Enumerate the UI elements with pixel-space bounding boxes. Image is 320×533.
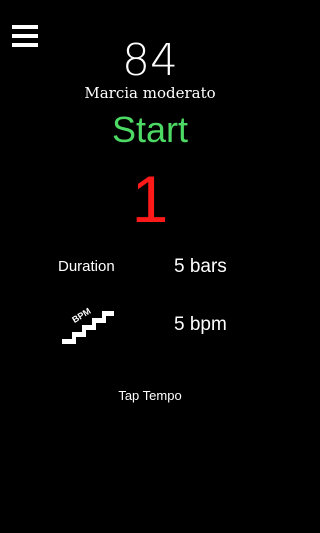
hamburger-menu-icon: [12, 25, 38, 29]
increment-value[interactable]: 5 bpm: [174, 313, 227, 337]
bpm-icon-text: BPM: [70, 306, 92, 325]
tempo-marking: Marcia moderato: [84, 84, 216, 102]
tap-tempo-button[interactable]: Tap Tempo: [100, 386, 200, 406]
bpm-value: 84: [122, 35, 178, 86]
duration-value[interactable]: 5 bars: [174, 255, 227, 279]
duration-label: Duration: [58, 258, 115, 275]
bpm-stairs-icon[interactable]: BPM: [60, 296, 116, 346]
start-button[interactable]: Start: [90, 108, 210, 152]
beat-counter: 1: [131, 162, 169, 236]
